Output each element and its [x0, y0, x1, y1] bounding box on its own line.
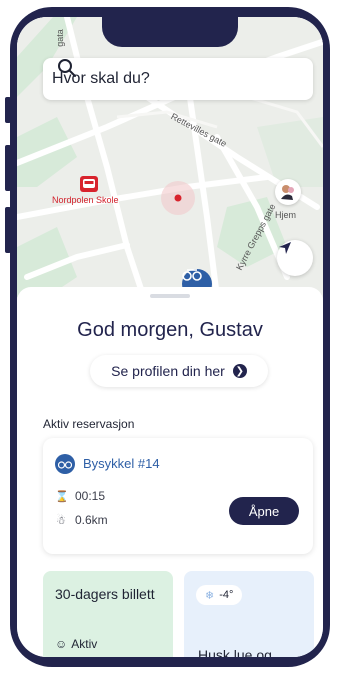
cyclist-icon: ☃ — [56, 514, 66, 527]
search-input[interactable]: Hvor skal du? — [43, 58, 313, 100]
temperature-value: -4° — [219, 589, 234, 601]
distance-value: 0.6km — [75, 513, 108, 527]
poi-school-label: Nordpolen Skole — [52, 195, 119, 205]
poi-home-label: Hjem — [275, 210, 297, 220]
navigation-arrow-icon[interactable] — [277, 240, 313, 276]
reservation-card[interactable]: Bysykkel #14 ⌛ 00:15 ☃ 0.6km Åpne — [43, 438, 313, 554]
phone-button-volume-up — [5, 145, 11, 191]
map-view[interactable]: Rettevilles gate Kyrre Grepps gate gata … — [17, 17, 323, 297]
profile-button[interactable]: Se profilen din her ❯ — [90, 355, 268, 387]
duration-value: 00:15 — [75, 489, 106, 503]
distance-row: ☃ 0.6km — [55, 513, 108, 527]
app-screen: Rettevilles gate Kyrre Grepps gate gata … — [17, 17, 323, 657]
home-avatar-icon[interactable] — [275, 179, 301, 205]
ticket-status-label: Aktiv — [71, 637, 98, 651]
smiley-icon: ☺ — [55, 637, 68, 651]
profile-button-label: Se profilen din her — [111, 363, 225, 379]
weather-card[interactable]: ❄ -4° Husk lue og — [184, 571, 314, 657]
hourglass-icon: ⌛ — [55, 490, 69, 503]
phone-button-mute — [5, 97, 11, 123]
greeting-title: God morgen, Gustav — [77, 319, 263, 341]
ticket-status: ☺ Aktiv — [55, 637, 97, 651]
bike-name: Bysykkel #14 — [83, 456, 160, 471]
temperature-badge: ❄ -4° — [196, 585, 243, 605]
phone-notch — [102, 17, 238, 47]
ticket-title: 30-dagers billett — [55, 586, 155, 602]
search-icon — [58, 59, 76, 77]
phone-button-volume-down — [5, 207, 11, 253]
bike-icon — [55, 454, 75, 474]
chevron-right-icon: ❯ — [232, 364, 247, 378]
ticket-card[interactable]: 30-dagers billett ☺ Aktiv — [43, 571, 173, 657]
active-reservation-heading: Aktiv reservasjon — [43, 417, 135, 431]
bottom-sheet[interactable]: God morgen, Gustav Se profilen din her ❯… — [17, 287, 323, 657]
bus-icon[interactable] — [80, 176, 98, 192]
duration-row: ⌛ 00:15 — [55, 489, 105, 503]
weather-message: Husk lue og — [198, 647, 272, 657]
current-location-marker — [161, 181, 195, 215]
open-button[interactable]: Åpne — [229, 497, 299, 525]
snowflake-icon: ❄ — [205, 589, 215, 602]
sheet-drag-handle[interactable] — [150, 294, 190, 298]
street-label: gata — [54, 29, 65, 47]
